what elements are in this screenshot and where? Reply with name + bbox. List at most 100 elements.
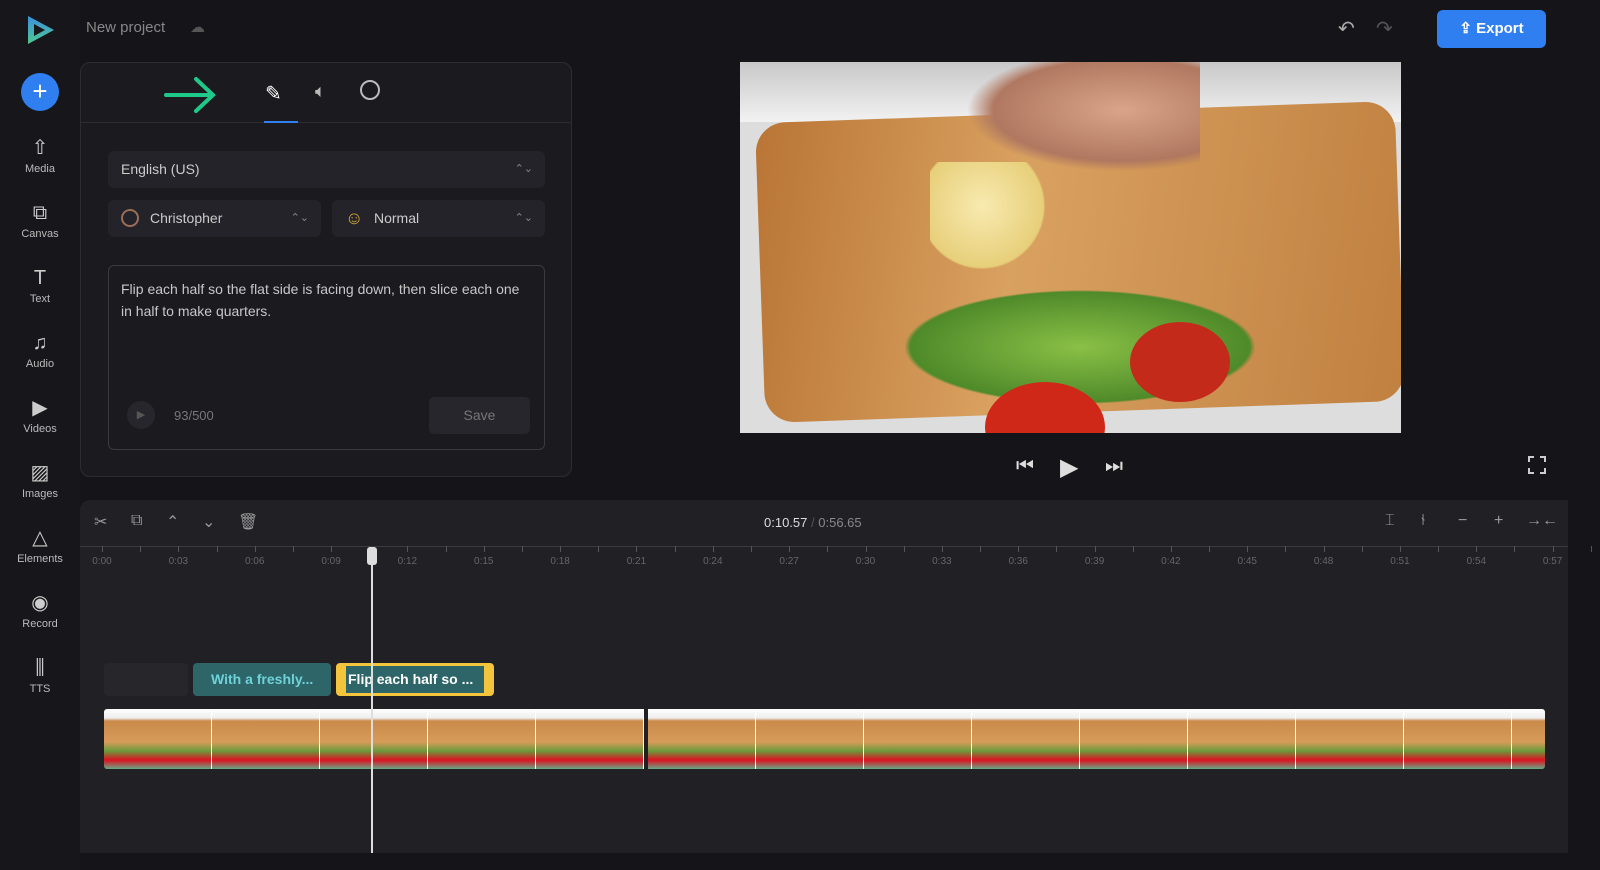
video-thumbnail bbox=[320, 709, 428, 769]
logo-icon bbox=[28, 16, 54, 44]
record-icon: ◉ bbox=[31, 592, 49, 614]
fit-icon[interactable]: →← bbox=[1526, 512, 1558, 530]
ruler-label: 0:24 bbox=[703, 556, 723, 567]
video-preview[interactable] bbox=[740, 62, 1401, 433]
sidebar-item-tts[interactable]: ⫼ TTS bbox=[0, 656, 80, 695]
play-preview-button[interactable]: ▶ bbox=[127, 401, 155, 429]
empty-clip-slot bbox=[104, 663, 188, 696]
active-tab-indicator bbox=[264, 121, 298, 123]
video-track[interactable] bbox=[104, 709, 1545, 769]
undo-icon[interactable]: ↶ bbox=[1338, 16, 1355, 41]
trash-icon[interactable]: 🗑︎ bbox=[238, 512, 258, 532]
ruler-tick bbox=[216, 546, 218, 552]
ruler-label: 0:30 bbox=[855, 556, 876, 567]
ruler-label: 0:00 bbox=[92, 556, 112, 567]
ruler-tick bbox=[865, 546, 867, 552]
project-title[interactable]: New project bbox=[86, 19, 165, 36]
ruler-tick bbox=[560, 546, 562, 552]
ruler-tick bbox=[1476, 546, 1478, 552]
video-icon: ▶ bbox=[32, 397, 48, 419]
ruler-tick bbox=[1209, 546, 1211, 552]
ruler-label: 0:18 bbox=[550, 556, 570, 567]
export-button[interactable]: ⇪ Export bbox=[1437, 10, 1546, 48]
scissors-icon[interactable]: ✂ bbox=[94, 512, 107, 532]
move-up-icon[interactable]: ⌃ bbox=[166, 512, 179, 532]
add-button[interactable]: + bbox=[21, 73, 59, 111]
sidebar-item-images[interactable]: ▨ Images bbox=[0, 461, 80, 500]
waveform-icon: ⫼ bbox=[35, 657, 45, 679]
audio-clip[interactable]: With a freshly... bbox=[193, 663, 331, 696]
tab-clock-icon[interactable] bbox=[360, 80, 380, 100]
arrow-right-icon bbox=[164, 77, 216, 113]
style-select[interactable]: ☺ Normal ⌃⌄ bbox=[332, 200, 545, 237]
ruler-tick bbox=[407, 546, 409, 552]
script-textarea[interactable]: Flip each half so the flat side is facin… bbox=[108, 265, 545, 450]
tab-edit-pencil-icon[interactable]: ✎ bbox=[265, 81, 282, 106]
video-thumbnail bbox=[1188, 709, 1296, 769]
video-thumbnail bbox=[1296, 709, 1404, 769]
ruler-tick bbox=[1170, 546, 1172, 552]
redo-icon[interactable]: ↷ bbox=[1376, 16, 1393, 41]
video-thumbnail bbox=[212, 709, 320, 769]
move-down-icon[interactable]: ⌄ bbox=[202, 512, 215, 532]
duplicate-icon[interactable]: ⧉ bbox=[131, 512, 142, 530]
playhead[interactable] bbox=[371, 547, 373, 853]
split-icon[interactable]: ⌶ bbox=[1385, 512, 1395, 530]
ruler-tick bbox=[980, 546, 982, 552]
voice-select[interactable]: Christopher ⌃⌄ bbox=[108, 200, 321, 237]
canvas-icon: ⧉ bbox=[32, 202, 48, 224]
upload-icon: ⇪ bbox=[1459, 20, 1477, 37]
time-readout: 0:10.57 / 0:56.65 bbox=[764, 515, 862, 530]
sidebar-item-canvas[interactable]: ⧉ Canvas bbox=[0, 201, 80, 240]
ruler-tick bbox=[1361, 546, 1363, 552]
ruler-tick bbox=[292, 546, 294, 552]
sidebar-item-videos[interactable]: ▶ Videos bbox=[0, 396, 80, 435]
save-button[interactable]: Save bbox=[429, 397, 530, 434]
image-icon: ▨ bbox=[30, 462, 50, 484]
shapes-icon: △ bbox=[32, 527, 48, 549]
snap-icon[interactable]: ⫮ bbox=[1421, 512, 1425, 530]
skip-back-button[interactable]: ⏮ bbox=[1016, 455, 1034, 478]
ruler-label: 0:06 bbox=[244, 556, 265, 567]
smiley-icon: ☺ bbox=[345, 208, 364, 228]
ruler-tick bbox=[1132, 546, 1134, 552]
sidebar: + bbox=[0, 0, 80, 870]
audio-clip-selected[interactable]: Flip each half so ... bbox=[336, 663, 494, 696]
tab-speaker-icon[interactable]: 🔈︎ bbox=[315, 81, 326, 102]
ruler-tick bbox=[483, 546, 485, 552]
ruler-label: 0:03 bbox=[168, 556, 189, 567]
video-thumbnail bbox=[972, 709, 1080, 769]
language-select[interactable]: English (US) ⌃⌄ bbox=[108, 151, 545, 188]
ruler-tick bbox=[903, 546, 905, 552]
panel-tabs: ✎ 🔈︎ bbox=[81, 63, 571, 123]
ruler-tick bbox=[674, 546, 676, 552]
ruler-label: 0:39 bbox=[1084, 556, 1105, 567]
ruler-tick bbox=[598, 546, 600, 552]
sidebar-item-media[interactable]: ⇧ Media bbox=[0, 136, 80, 175]
sidebar-item-record[interactable]: ◉ Record bbox=[0, 591, 80, 630]
ruler-tick bbox=[1094, 546, 1096, 552]
fullscreen-icon[interactable] bbox=[1528, 456, 1546, 474]
sidebar-item-text[interactable]: T Text bbox=[0, 266, 80, 305]
playhead-handle[interactable] bbox=[367, 547, 377, 565]
ruler-tick bbox=[1056, 546, 1058, 552]
sidebar-item-audio[interactable]: ♫ Audio bbox=[0, 331, 80, 370]
play-button[interactable]: ▶ bbox=[1060, 453, 1078, 482]
cloud-upload-icon: ⇧ bbox=[31, 137, 49, 159]
cloud-saved-icon: ☁ bbox=[190, 19, 205, 36]
chevron-updown-icon: ⌃⌄ bbox=[514, 163, 533, 175]
ruler-label: 0:33 bbox=[932, 556, 952, 567]
ruler-tick bbox=[254, 546, 256, 552]
sidebar-item-elements[interactable]: △ Elements bbox=[0, 526, 80, 565]
skip-forward-button[interactable]: ⏭ bbox=[1105, 455, 1123, 478]
char-count: 93/500 bbox=[174, 408, 214, 423]
ruler-tick bbox=[1247, 546, 1249, 552]
ruler-label: 0:15 bbox=[474, 556, 494, 567]
avatar-icon bbox=[121, 209, 139, 227]
ruler-tick bbox=[331, 546, 333, 552]
ruler-tick bbox=[827, 546, 829, 552]
chevron-updown-icon: ⌃⌄ bbox=[514, 212, 533, 224]
zoom-out-icon[interactable]: − bbox=[1458, 512, 1467, 530]
zoom-in-icon[interactable]: + bbox=[1494, 512, 1503, 530]
text-icon: T bbox=[33, 267, 47, 289]
